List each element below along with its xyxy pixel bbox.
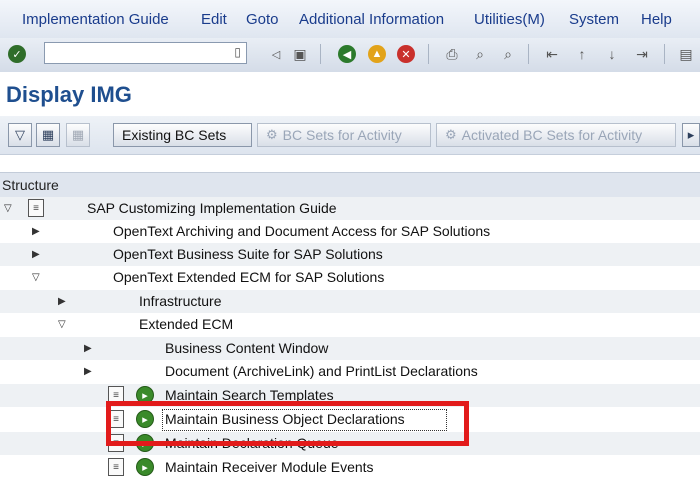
expand-triangle-icon[interactable]: ▽	[32, 272, 40, 283]
tree-node[interactable]: ▶ OpenText Archiving and Document Access…	[0, 220, 700, 243]
tree-node[interactable]: ▽ Extended ECM	[0, 313, 700, 336]
exit-icon[interactable]: ▲	[368, 45, 386, 63]
execute-icon[interactable]: ▸	[136, 386, 154, 404]
bc-sets-for-activity-button[interactable]: ⚙ BC Sets for Activity	[257, 123, 431, 147]
tree-node[interactable]: ≡ ▸ Maintain Receiver Module Events	[0, 456, 700, 479]
documentation-icon[interactable]: ≡	[108, 458, 124, 476]
tree-node[interactable]: ▶ Infrastructure	[0, 290, 700, 313]
execute-icon[interactable]: ▸	[136, 458, 154, 476]
tree-node[interactable]: ▶ OpenText Business Suite for SAP Soluti…	[0, 243, 700, 266]
execute-icon[interactable]: ▸	[136, 410, 154, 428]
next-page-icon[interactable]: ↓	[602, 44, 622, 64]
dropdown-icon[interactable]: ▯	[234, 45, 241, 59]
menu-additional-information[interactable]: Additional Information	[299, 11, 444, 28]
toolbar-separator	[528, 44, 529, 64]
back-arrow-icon[interactable]: ◀	[338, 45, 356, 63]
expand-triangle-icon[interactable]: ▽	[58, 319, 66, 330]
menu-utilities[interactable]: Utilities(M)	[474, 11, 545, 28]
documentation-icon[interactable]: ≡	[108, 434, 124, 452]
expand-triangle-icon[interactable]: ▽	[4, 203, 12, 214]
toolbar-separator	[428, 44, 429, 64]
print-icon[interactable]: ⎙	[442, 44, 462, 64]
tree-node[interactable]: ▶ Business Content Window	[0, 337, 700, 360]
document-icon: ≡	[28, 199, 44, 217]
menu-implementation-guide[interactable]: Implementation Guide	[22, 11, 169, 28]
command-field[interactable]: ▯	[44, 42, 247, 64]
execute-icon[interactable]: ▸	[136, 434, 154, 452]
collapse-icon[interactable]: ▦	[66, 123, 90, 147]
back-icon[interactable]: ◁	[266, 44, 286, 64]
documentation-icon[interactable]: ≡	[108, 386, 124, 404]
existing-bc-sets-button[interactable]: Existing BC Sets	[113, 123, 252, 147]
tree-node[interactable]: ≡ ▸ Maintain Search Templates	[0, 384, 700, 407]
tree-header: Structure	[0, 172, 700, 198]
filter-icon[interactable]: ▽	[8, 123, 32, 147]
last-page-icon[interactable]: ⇥	[632, 44, 652, 64]
tree-node[interactable]: ▽ ≡ SAP Customizing Implementation Guide	[0, 197, 700, 220]
menu-goto[interactable]: Goto	[246, 11, 279, 28]
more-icon[interactable]: ▸	[682, 123, 700, 147]
menu-system[interactable]: System	[569, 11, 619, 28]
cancel-icon[interactable]: ✕	[397, 45, 415, 63]
expand-icon[interactable]: ▦	[36, 123, 60, 147]
new-session-icon[interactable]: ▤	[676, 44, 696, 64]
collapse-triangle-icon[interactable]: ▶	[58, 296, 66, 307]
activated-bc-sets-for-activity-button[interactable]: ⚙ Activated BC Sets for Activity	[436, 123, 676, 147]
menu-edit[interactable]: Edit	[201, 11, 227, 28]
prev-page-icon[interactable]: ↑	[572, 44, 592, 64]
bc-set-icon: ⚙	[445, 127, 457, 142]
tree-node[interactable]: ≡ ▸ Maintain Declaration Queue	[0, 432, 700, 455]
collapse-triangle-icon[interactable]: ▶	[32, 249, 40, 260]
toolbar-separator	[320, 44, 321, 64]
first-page-icon[interactable]: ⇤	[542, 44, 562, 64]
save-icon[interactable]: ▣	[290, 44, 310, 64]
collapse-triangle-icon[interactable]: ▶	[84, 343, 92, 354]
collapse-triangle-icon[interactable]: ▶	[32, 226, 40, 237]
find-icon[interactable]: ⌕	[470, 44, 490, 64]
documentation-icon[interactable]: ≡	[108, 410, 124, 428]
bc-set-icon: ⚙	[266, 127, 278, 142]
toolbar-separator	[664, 44, 665, 64]
page-title: Display IMG	[6, 82, 132, 107]
check-icon[interactable]: ✓	[8, 45, 26, 63]
menu-help[interactable]: Help	[641, 11, 672, 28]
collapse-triangle-icon[interactable]: ▶	[84, 366, 92, 377]
find-next-icon[interactable]: ⌕	[498, 44, 518, 64]
tree-node[interactable]: ▶ Document (ArchiveLink) and PrintList D…	[0, 360, 700, 383]
menu-bar: Implementation Guide Edit Goto Additiona…	[0, 0, 700, 38]
selection-focus-outline	[162, 409, 447, 431]
tree-node[interactable]: ▽ OpenText Extended ECM for SAP Solution…	[0, 266, 700, 289]
